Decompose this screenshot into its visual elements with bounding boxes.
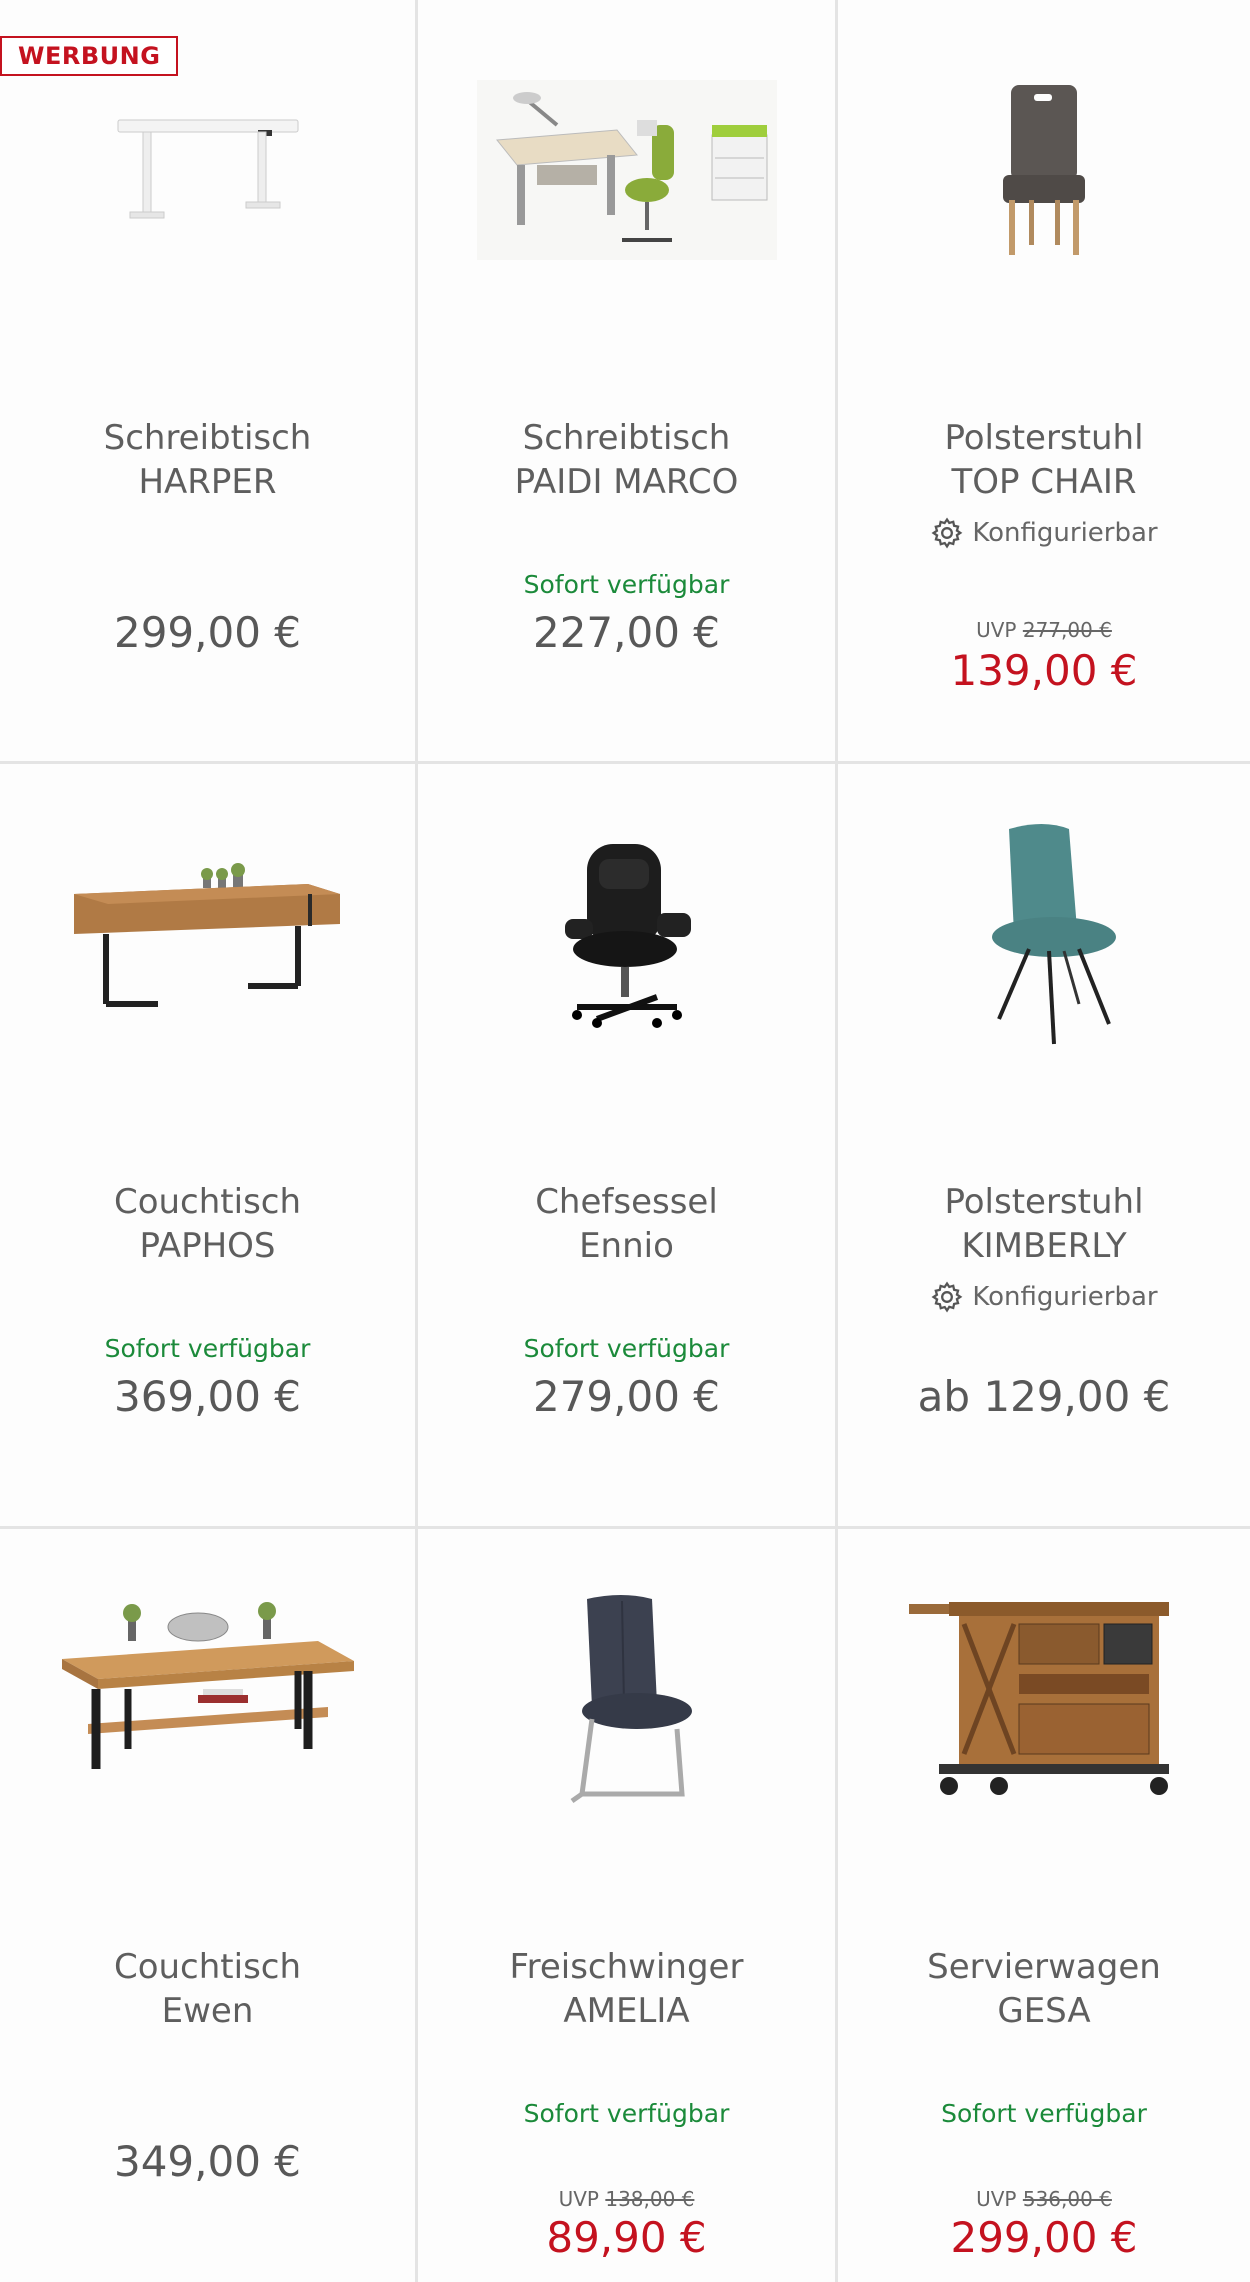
product-title[interactable]: Chefsessel Ennio — [418, 1180, 835, 1268]
availability-text: Sofort verfügbar — [523, 2099, 730, 2128]
product-grid: WERBUNG Schreibtisch HARPER 299,00 € Sch… — [0, 0, 1250, 2282]
product-price: 369,00 € — [113, 1372, 302, 1421]
upholstered-chair-image[interactable] — [838, 60, 1250, 280]
sale-price: 139,00 € — [950, 646, 1138, 695]
product-title[interactable]: Couchtisch Ewen — [0, 1945, 415, 2033]
executive-chair-image[interactable] — [418, 824, 835, 1044]
product-price: 349,00 € — [113, 2137, 302, 2186]
availability-text: Sofort verfügbar — [941, 2099, 1147, 2128]
product-title[interactable]: Couchtisch PAPHOS — [0, 1180, 415, 1268]
product-price: 227,00 € — [532, 608, 721, 657]
uvp-price: UVP 138,00 € — [558, 2187, 695, 2211]
product-price: 299,00 € — [113, 608, 302, 657]
sale-price: 299,00 € — [950, 2213, 1138, 2262]
availability-text: Sofort verfügbar — [104, 1334, 311, 1363]
kids-desk-set-image[interactable] — [418, 60, 835, 280]
product-card-kimberly[interactable]: Polsterstuhl KIMBERLY Konfigurierbar ab … — [838, 764, 1250, 1529]
configurable-text: Konfigurierbar — [972, 518, 1158, 548]
configurable-label[interactable]: Konfigurierbar — [838, 1280, 1250, 1314]
teal-chair-image[interactable] — [838, 824, 1250, 1045]
wood-coffee-table-image[interactable] — [0, 1589, 415, 1809]
sale-price: 89,90 € — [546, 2213, 707, 2262]
product-card-gesa[interactable]: Servierwagen GESA Sofort verfügbar UVP 5… — [838, 1529, 1250, 2282]
standing-desk-image[interactable] — [0, 60, 415, 280]
gear-icon — [930, 1280, 964, 1314]
coffee-table-image[interactable] — [0, 824, 415, 1044]
cantilever-chair-image[interactable] — [418, 1589, 835, 1809]
product-title[interactable]: Polsterstuhl TOP CHAIR — [838, 416, 1250, 504]
availability-text: Sofort verfügbar — [523, 570, 730, 599]
uvp-price: UVP 277,00 € — [976, 618, 1112, 642]
uvp-price: UVP 536,00 € — [976, 2187, 1112, 2211]
product-card-ewen[interactable]: Couchtisch Ewen 349,00 € — [0, 1529, 418, 2282]
product-title[interactable]: Freischwinger AMELIA — [418, 1945, 835, 2033]
configurable-text: Konfigurierbar — [972, 1282, 1158, 1312]
availability-text: Sofort verfügbar — [523, 1334, 730, 1363]
product-card-paidi-marco[interactable]: Schreibtisch PAIDI MARCO Sofort verfügba… — [418, 0, 838, 764]
product-title[interactable]: Polsterstuhl KIMBERLY — [838, 1180, 1250, 1268]
product-card-paphos[interactable]: Couchtisch PAPHOS Sofort verfügbar 369,0… — [0, 764, 418, 1529]
product-title[interactable]: Servierwagen GESA — [838, 1945, 1250, 2033]
product-price: 279,00 € — [532, 1372, 721, 1421]
product-title[interactable]: Schreibtisch PAIDI MARCO — [418, 416, 835, 504]
product-price: ab 129,00 € — [917, 1372, 1171, 1421]
configurable-label[interactable]: Konfigurierbar — [838, 516, 1250, 550]
serving-cart-image[interactable] — [838, 1589, 1250, 1809]
product-card-ennio[interactable]: Chefsessel Ennio Sofort verfügbar 279,00… — [418, 764, 838, 1529]
product-card-top-chair[interactable]: Polsterstuhl TOP CHAIR Konfigurierbar UV… — [838, 0, 1250, 764]
product-card-amelia[interactable]: Freischwinger AMELIA Sofort verfügbar UV… — [418, 1529, 838, 2282]
product-title[interactable]: Schreibtisch HARPER — [0, 416, 415, 504]
product-card-harper[interactable]: WERBUNG Schreibtisch HARPER 299,00 € — [0, 0, 418, 764]
gear-icon — [930, 516, 964, 550]
